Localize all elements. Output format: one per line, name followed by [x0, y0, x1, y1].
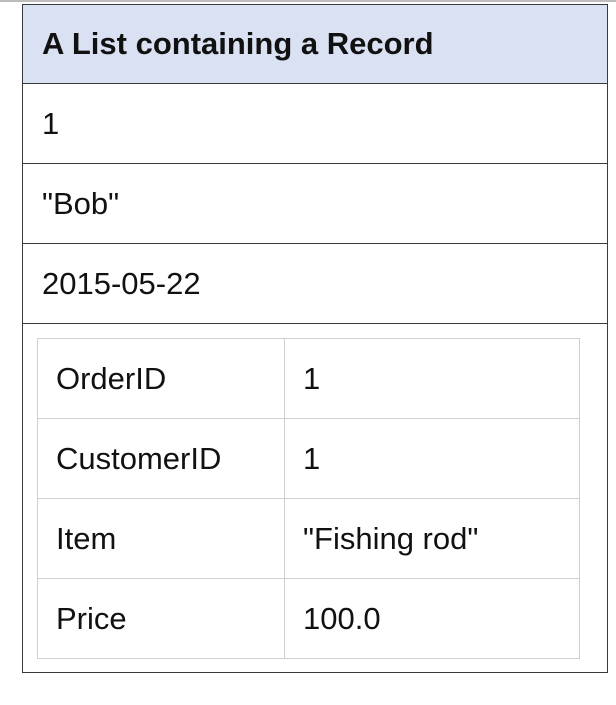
field-name: CustomerID [37, 418, 285, 499]
record-table: OrderID 1 CustomerID 1 Item "Fishing rod… [37, 338, 580, 659]
field-name: Price [37, 578, 285, 659]
record-row: OrderID 1 [37, 338, 580, 419]
field-name: Item [37, 498, 285, 579]
field-value: 100.0 [284, 578, 580, 659]
list-item: "Bob" [23, 164, 607, 244]
record-row: Item "Fishing rod" [37, 498, 580, 579]
record-row: Price 100.0 [37, 578, 580, 659]
field-value: 1 [284, 418, 580, 499]
list-table-title: A List containing a Record [23, 4, 607, 84]
list-item: 2015-05-22 [23, 244, 607, 324]
list-table: A List containing a Record 1 "Bob" 2015-… [22, 4, 608, 673]
list-item: 1 [23, 84, 607, 164]
field-value: 1 [284, 338, 580, 419]
record-container: OrderID 1 CustomerID 1 Item "Fishing rod… [23, 324, 607, 672]
top-divider [0, 0, 616, 2]
record-row: CustomerID 1 [37, 418, 580, 499]
field-name: OrderID [37, 338, 285, 419]
field-value: "Fishing rod" [284, 498, 580, 579]
